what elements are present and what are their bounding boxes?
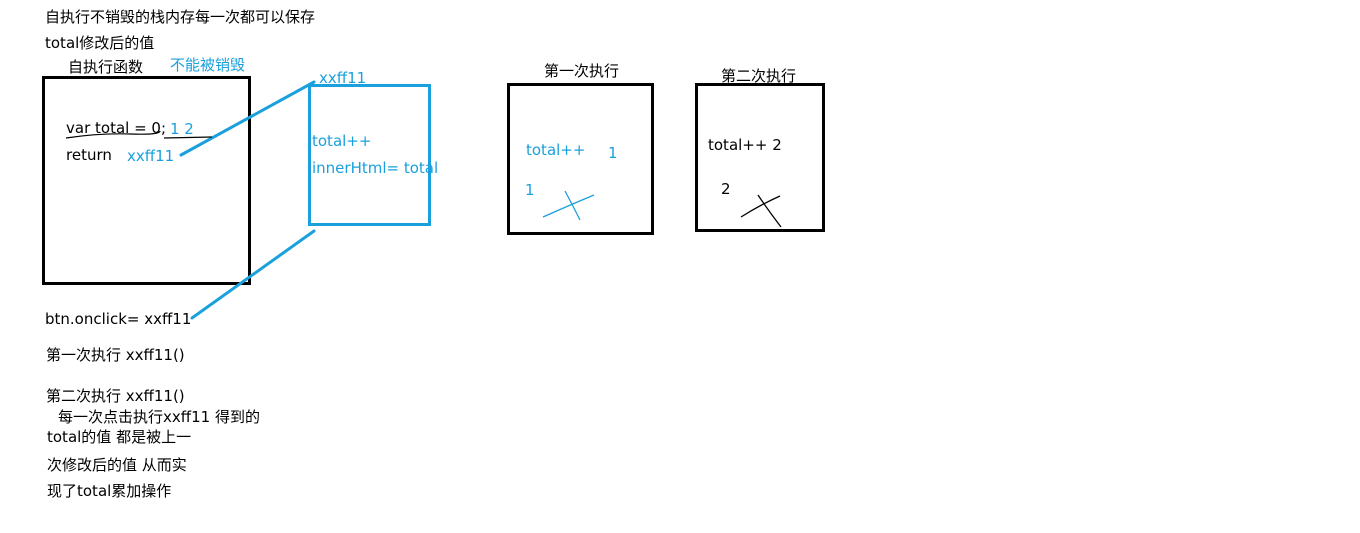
exec2-cross-mark-b bbox=[757, 194, 782, 228]
diagram-canvas: 自执行不销毁的栈内存每一次都可以保存 total修改后的值 自执行函数 不能被销… bbox=[0, 0, 1360, 533]
annotation-strokes bbox=[65, 80, 782, 320]
onclick-pointer-line bbox=[190, 229, 316, 320]
var-underline-2 bbox=[163, 136, 213, 139]
return-pointer-line bbox=[179, 80, 316, 157]
exec1-cross-mark-b bbox=[564, 190, 581, 221]
var-underline-1 bbox=[65, 130, 161, 139]
